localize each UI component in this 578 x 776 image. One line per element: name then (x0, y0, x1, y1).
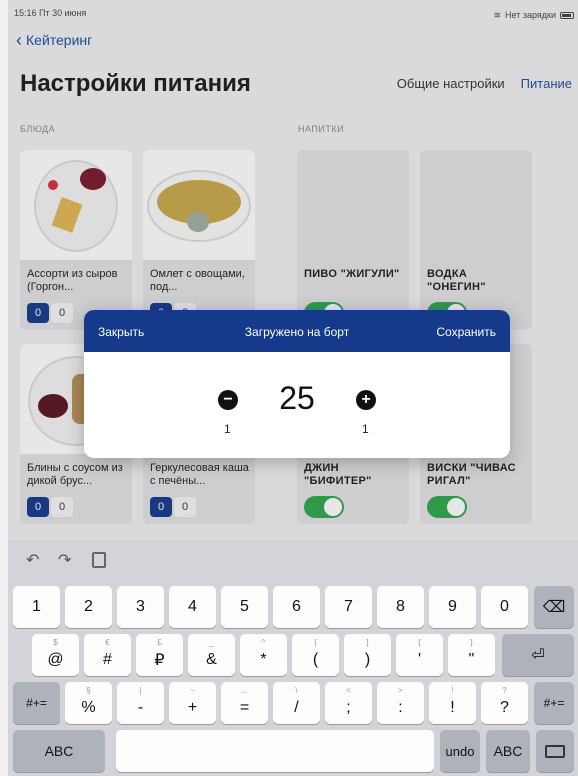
loaded-on-board-dialog: Закрыть Загружено на борт Сохранить − 25… (84, 310, 510, 458)
return-icon: ⏎ (531, 647, 545, 664)
key[interactable]: 8 (377, 586, 424, 628)
onscreen-keyboard: 1 2 3 4 5 6 7 8 9 0 ⌫ $ @ € # £ ₽ _ & ^ * [( … (8, 580, 578, 776)
key[interactable]: !! (429, 682, 476, 724)
paste-icon[interactable] (92, 552, 106, 568)
undo-key[interactable]: undo (440, 730, 480, 772)
keyboard-toolbar: ↶ ↷ (8, 540, 578, 580)
key[interactable]: <; (325, 682, 372, 724)
quantity-counter: − 25 + (84, 380, 510, 420)
key[interactable]: 3 (117, 586, 164, 628)
key[interactable]: | - (117, 682, 164, 724)
abc-key[interactable]: ABC (486, 730, 530, 772)
key[interactable]: ^ * (240, 634, 287, 676)
key[interactable]: ]) (344, 634, 391, 676)
minus-step: 1 (224, 422, 231, 436)
app-screen: 15:16 Пт 30 июня ≋ Нет зарядки ‹ Кейтери… (8, 0, 578, 776)
backspace-key[interactable]: ⌫ (534, 586, 574, 628)
key[interactable]: 2 (65, 586, 112, 628)
symbols-key[interactable]: #+= (13, 682, 60, 724)
key[interactable]: € # (84, 634, 131, 676)
abc-key[interactable]: ABC (13, 730, 105, 772)
plus-icon[interactable]: + (356, 390, 376, 410)
dialog-header: Закрыть Загружено на борт Сохранить (84, 310, 510, 352)
key[interactable]: [( (292, 634, 339, 676)
key[interactable]: $ @ (32, 634, 79, 676)
space-key[interactable] (116, 730, 434, 772)
key[interactable]: 4 (169, 586, 216, 628)
save-button[interactable]: Сохранить (436, 325, 496, 339)
key[interactable]: 1 (13, 586, 60, 628)
modal-backdrop (8, 0, 578, 540)
plus-step: 1 (362, 422, 369, 436)
quantity-value[interactable]: 25 (84, 380, 510, 417)
key[interactable]: §% (65, 682, 112, 724)
redo-icon[interactable]: ↷ (58, 550, 71, 570)
return-key[interactable]: ⏎ (502, 634, 574, 676)
key[interactable]: £ ₽ (136, 634, 183, 676)
key[interactable]: 6 (273, 586, 320, 628)
key[interactable]: 9 (429, 586, 476, 628)
key[interactable]: ~ + (169, 682, 216, 724)
key[interactable]: {' (396, 634, 443, 676)
key[interactable]: 7 (325, 586, 372, 628)
keyboard-icon (545, 744, 565, 758)
symbols-key[interactable]: #+= (534, 682, 574, 724)
key[interactable]: ?? (481, 682, 528, 724)
backspace-icon: ⌫ (542, 599, 566, 616)
key[interactable]: _ & (188, 634, 235, 676)
key[interactable]: 0 (481, 586, 528, 628)
key[interactable]: \ / (273, 682, 320, 724)
key[interactable]: … = (221, 682, 268, 724)
key[interactable]: 5 (221, 586, 268, 628)
hide-keyboard-key[interactable] (536, 730, 574, 772)
key[interactable]: >: (377, 682, 424, 724)
undo-icon[interactable]: ↶ (26, 550, 39, 570)
key[interactable]: } " (448, 634, 495, 676)
